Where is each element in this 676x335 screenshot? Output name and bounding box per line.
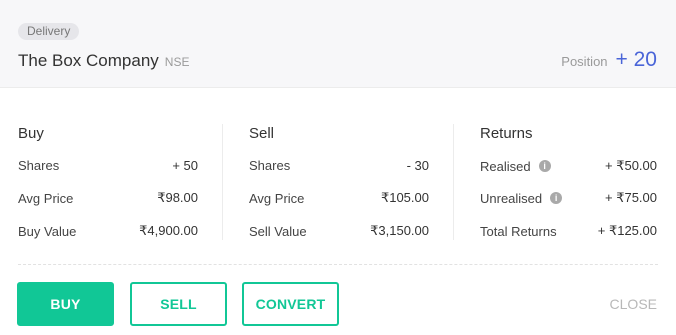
- instrument-title: The Box Company NSE: [18, 51, 189, 71]
- unrealised-row: Unrealised i + ₹75.00: [480, 190, 657, 206]
- sell-value-label: Sell Value: [249, 223, 307, 239]
- exchange-label: NSE: [164, 55, 190, 69]
- sell-shares-row: Shares - 30: [249, 158, 429, 173]
- unrealised-label: Unrealised: [480, 190, 543, 206]
- sell-title: Sell: [249, 125, 275, 142]
- info-icon[interactable]: i: [550, 192, 563, 204]
- buy-shares-row: Shares + 50: [18, 158, 198, 173]
- buy-shares-value: + 50: [172, 158, 198, 173]
- company-name: The Box Company: [18, 51, 159, 70]
- buy-button[interactable]: BUY: [17, 282, 114, 326]
- sell-value-value: ₹3,150.00: [370, 223, 429, 238]
- unrealised-label-group: Unrealised i: [480, 190, 563, 206]
- total-returns-value: + ₹125.00: [597, 223, 657, 238]
- buy-avg-price-row: Avg Price ₹98.00: [18, 190, 198, 206]
- column-divider: [453, 124, 454, 240]
- returns-title: Returns: [480, 125, 533, 142]
- position-header: Delivery The Box Company NSE Position + …: [0, 0, 676, 88]
- sell-avg-price-value: ₹105.00: [380, 190, 429, 205]
- position-summary: Position + 20: [561, 48, 657, 72]
- sell-avg-price-row: Avg Price ₹105.00: [249, 190, 429, 206]
- total-returns-row: Total Returns + ₹125.00: [480, 223, 657, 239]
- realised-label-group: Realised i: [480, 159, 551, 174]
- footer-divider: [18, 264, 658, 265]
- unrealised-value: + ₹75.00: [604, 190, 657, 205]
- sell-shares-value: - 30: [406, 158, 429, 173]
- sell-button[interactable]: SELL: [130, 282, 227, 326]
- sell-value-row: Sell Value ₹3,150.00: [249, 223, 429, 239]
- convert-button[interactable]: CONVERT: [242, 282, 339, 326]
- column-divider: [222, 124, 223, 240]
- position-details: Buy Shares + 50 Avg Price ₹98.00 Buy Val…: [0, 88, 676, 258]
- buy-value-row: Buy Value ₹4,900.00: [18, 223, 198, 239]
- buy-avg-price-label: Avg Price: [18, 190, 74, 206]
- position-value: + 20: [615, 48, 657, 71]
- buy-value-value: ₹4,900.00: [139, 223, 198, 238]
- product-type-badge: Delivery: [18, 23, 80, 40]
- buy-shares-label: Shares: [18, 158, 60, 173]
- buy-title: Buy: [18, 125, 44, 142]
- realised-row: Realised i + ₹50.00: [480, 158, 657, 174]
- realised-value: + ₹50.00: [604, 158, 657, 173]
- buy-value-label: Buy Value: [18, 223, 77, 239]
- close-button[interactable]: CLOSE: [610, 296, 657, 312]
- sell-shares-label: Shares: [249, 158, 291, 173]
- info-icon[interactable]: i: [538, 160, 551, 172]
- sell-avg-price-label: Avg Price: [249, 190, 305, 206]
- total-returns-label: Total Returns: [480, 223, 557, 239]
- buy-avg-price-value: ₹98.00: [157, 190, 198, 205]
- realised-label: Realised: [480, 158, 531, 174]
- position-label: Position: [561, 54, 608, 69]
